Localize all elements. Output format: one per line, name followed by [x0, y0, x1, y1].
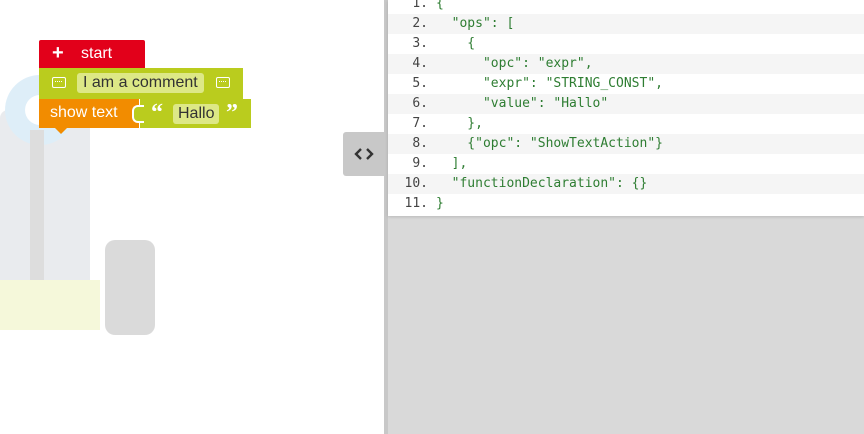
- program-workspace[interactable]: + start I am a comment show text “ Hallo…: [0, 0, 384, 434]
- block-notch: [55, 128, 67, 134]
- code-line: 6. "value": "Hallo": [388, 94, 864, 114]
- start-block[interactable]: + start: [39, 40, 145, 74]
- line-number: 3.: [412, 36, 428, 51]
- line-number: 6.: [412, 96, 428, 111]
- code-text: }: [436, 196, 444, 211]
- plus-icon[interactable]: +: [52, 42, 64, 64]
- code-text: "ops": [: [436, 16, 515, 31]
- line-number: 10.: [404, 176, 428, 191]
- code-text: ],: [436, 156, 468, 171]
- code-text: "expr": "STRING_CONST",: [436, 76, 663, 91]
- code-text: "opc": "expr",: [436, 56, 593, 71]
- code-toggle-icon: [354, 148, 374, 160]
- code-line: 11.}: [388, 194, 864, 214]
- start-block-label: start: [81, 45, 113, 62]
- line-number: 9.: [412, 156, 428, 171]
- code-text: {: [436, 0, 444, 11]
- comment-text-field[interactable]: I am a comment: [77, 73, 204, 93]
- line-number: 5.: [412, 76, 428, 91]
- code-text: },: [436, 116, 483, 131]
- code-text: {"opc": "ShowTextAction"}: [436, 136, 663, 151]
- show-text-label: show text: [50, 104, 118, 121]
- line-number: 11.: [404, 196, 428, 211]
- code-text: "value": "Hallo": [436, 96, 609, 111]
- line-number: 7.: [412, 116, 428, 131]
- code-line: 5. "expr": "STRING_CONST",: [388, 74, 864, 94]
- code-view[interactable]: 1.{2. "ops": [3. {4. "opc": "expr", 5. "e…: [388, 0, 864, 216]
- close-quote-icon: ”: [226, 100, 238, 126]
- code-text: {: [436, 36, 476, 51]
- code-line: 4. "opc": "expr",: [388, 54, 864, 74]
- code-line: 7. },: [388, 114, 864, 134]
- code-line: 3. {: [388, 34, 864, 54]
- code-text: "functionDeclaration": {}: [436, 176, 648, 191]
- comment-icon: [52, 77, 66, 88]
- code-panel: 1.{2. "ops": [3. {4. "opc": "expr", 5. "e…: [388, 0, 864, 434]
- code-line: 9. ],: [388, 154, 864, 174]
- comment-block[interactable]: I am a comment: [39, 68, 243, 105]
- line-number: 2.: [412, 16, 428, 31]
- input-connector: [132, 105, 144, 123]
- code-line: 1. {: [388, 0, 864, 14]
- code-view-toggle-button[interactable]: [343, 132, 384, 176]
- code-line: 10. "functionDeclaration": {}: [388, 174, 864, 194]
- line-number: 8.: [412, 136, 428, 151]
- code-line: 2. "ops": [: [388, 14, 864, 34]
- show-text-block[interactable]: show text: [39, 99, 139, 134]
- open-quote-icon: “: [151, 100, 163, 126]
- comment-icon[interactable]: [216, 77, 230, 88]
- code-line: 8. {"opc": "ShowTextAction"}: [388, 134, 864, 154]
- line-number: 4.: [412, 56, 428, 71]
- string-value-block[interactable]: “ Hallo ”: [140, 99, 251, 128]
- line-number: 1.: [412, 0, 428, 11]
- string-value-field[interactable]: Hallo: [173, 104, 220, 124]
